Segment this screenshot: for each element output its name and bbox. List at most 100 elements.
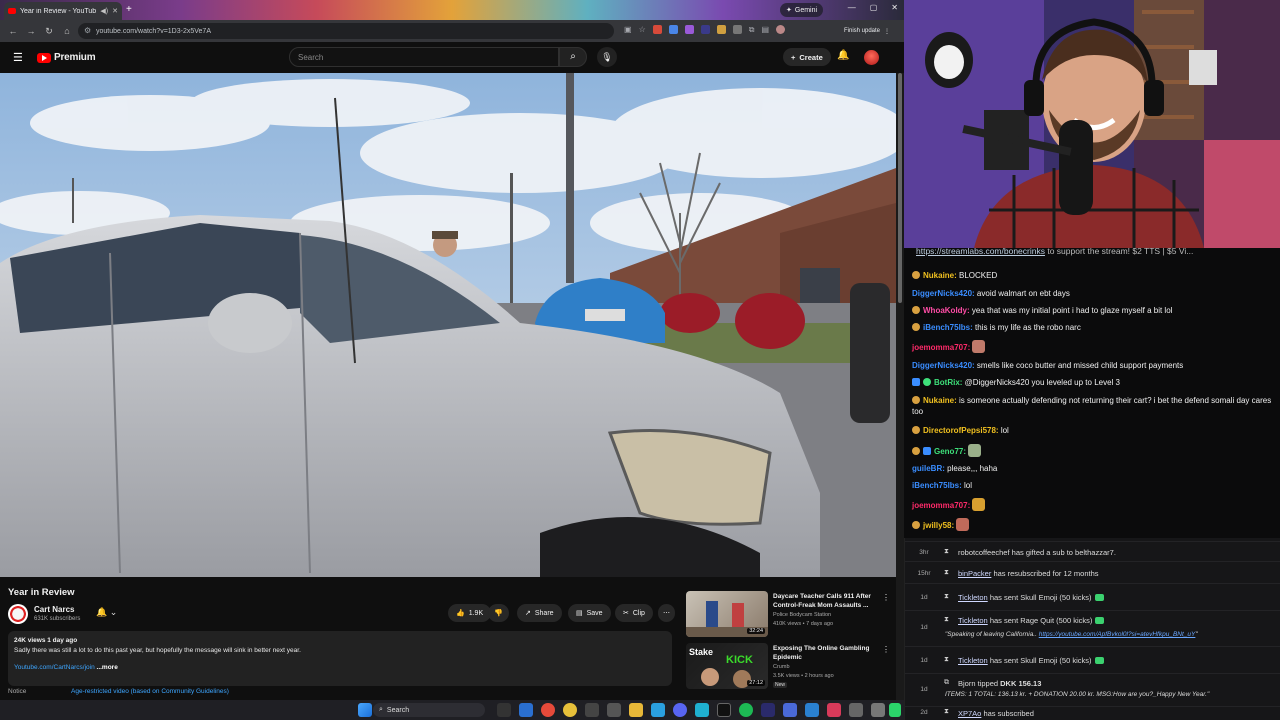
chrome-icon[interactable] xyxy=(541,703,555,717)
chrome-canary-icon[interactable] xyxy=(563,703,577,717)
event-user[interactable]: Tickleton xyxy=(958,593,988,602)
microphone-icon[interactable]: 🎙 xyxy=(597,47,617,67)
extension-icon[interactable] xyxy=(652,25,662,34)
extension-icon[interactable] xyxy=(668,25,678,34)
task-view-icon[interactable] xyxy=(497,703,511,717)
event-row[interactable]: 1d ⧗ Tickleton has sent Skull Emoji (50 … xyxy=(905,646,1280,673)
app-icon[interactable] xyxy=(849,703,863,717)
chat-username[interactable]: iBench75lbs: xyxy=(923,323,973,332)
event-row[interactable]: 15hr ⧗ binPacker has resubscribed for 12… xyxy=(905,561,1280,583)
extension-icon[interactable] xyxy=(700,25,710,34)
event-target[interactable]: belthazzar7. xyxy=(1075,548,1116,557)
event-row[interactable]: 1d ⧗ Tickleton has sent Rage Quit (500 k… xyxy=(905,610,1280,646)
video-thumbnail[interactable]: Stake KICK 27:12 xyxy=(686,643,768,689)
install-icon[interactable]: ▣ xyxy=(624,25,632,35)
app-icon[interactable] xyxy=(871,703,885,717)
channel-avatar[interactable] xyxy=(8,604,28,624)
search-icon[interactable]: ⌕ xyxy=(559,47,587,67)
new-tab-button[interactable]: + xyxy=(126,4,132,15)
close-tab-icon[interactable]: ✕ xyxy=(112,7,118,15)
event-user[interactable]: XP7Ao xyxy=(958,709,981,718)
puzzle-icon[interactable]: ⧉ xyxy=(749,25,755,35)
event-user[interactable]: Bjorn xyxy=(958,679,976,688)
extension-icon[interactable] xyxy=(684,25,694,34)
app-icon[interactable] xyxy=(607,703,621,717)
channel-name[interactable]: Cart Narcs xyxy=(34,605,74,614)
extension-icon[interactable] xyxy=(732,25,742,34)
extension-icon[interactable] xyxy=(716,25,726,34)
forward-icon[interactable]: → xyxy=(26,26,36,36)
taskbar-search[interactable]: ⌕ Search xyxy=(373,703,485,717)
chat-username[interactable]: DiggerNicks420: xyxy=(912,361,975,370)
app-icon[interactable] xyxy=(889,703,901,717)
chat-username[interactable]: iBench75lbs: xyxy=(912,481,962,490)
sidebar-icon[interactable]: ▤ xyxy=(761,25,769,35)
app-icon[interactable] xyxy=(761,703,775,717)
age-restriction-link[interactable]: Age-restricted video (based on Community… xyxy=(71,688,229,695)
event-row[interactable]: 2d ⧗ XP7Ao has subscribed xyxy=(905,706,1280,720)
chat-username[interactable]: Nukaine: xyxy=(923,271,957,280)
kebab-menu-icon[interactable]: ⋮ xyxy=(882,593,890,602)
join-link[interactable]: Youtube.com/CartNarcs/join xyxy=(14,664,95,671)
browser-tab[interactable]: Year in Review - YouTube ◀) ✕ xyxy=(4,2,122,20)
kebab-menu-icon[interactable]: ⋮ xyxy=(884,28,890,35)
windows-start-icon[interactable] xyxy=(358,703,372,717)
app-icon[interactable] xyxy=(695,703,709,717)
event-user[interactable]: binPacker xyxy=(958,569,991,578)
close-window-icon[interactable]: ✕ xyxy=(891,3,898,12)
event-row[interactable]: 1d ⧗ Tickleton has sent Skull Emoji (50 … xyxy=(905,583,1280,610)
recommendation-title[interactable]: Exposing The Online Gambling Epidemic xyxy=(773,644,881,662)
file-explorer-icon[interactable] xyxy=(629,703,643,717)
finish-update-button[interactable]: Finish update ⋮ xyxy=(844,25,890,37)
recommendation-item[interactable]: Stake KICK 27:12 Exposing The Online Gamb… xyxy=(686,643,896,691)
telegram-icon[interactable] xyxy=(651,703,665,717)
maximize-icon[interactable]: ▢ xyxy=(870,3,878,12)
video-player[interactable] xyxy=(0,73,896,577)
event-row[interactable]: 1d ⧉ Bjorn tipped DKK 156.13 ITEMS: 1 TO… xyxy=(905,673,1280,706)
notifications-icon[interactable]: 🔔 xyxy=(837,50,849,61)
chat-username[interactable]: Geno77: xyxy=(934,447,966,456)
account-avatar[interactable] xyxy=(864,50,879,65)
description-box[interactable]: 24K views 1 day ago Sadly there was stil… xyxy=(8,631,672,686)
app-icon[interactable] xyxy=(585,703,599,717)
reload-icon[interactable]: ↻ xyxy=(44,26,54,37)
event-row[interactable]: 3hr ⧗ robotcoffeechef has gifted a sub t… xyxy=(905,541,1280,561)
kebab-menu-icon[interactable]: ⋮ xyxy=(882,645,890,654)
clip-button[interactable]: ✂ Clip xyxy=(615,604,653,622)
site-info-icon[interactable]: ⚙ xyxy=(84,26,91,35)
youtube-logo[interactable]: Premium xyxy=(37,52,96,63)
share-button[interactable]: ↗ Share xyxy=(517,604,562,622)
video-thumbnail[interactable]: 32:24 xyxy=(686,591,768,637)
app-icon[interactable] xyxy=(827,703,841,717)
event-message-link[interactable]: https://youtube.com/ApfBvkol0l?si=atevHf… xyxy=(1039,631,1196,638)
address-bar[interactable]: ⚙ youtube.com/watch?v=1D3-2x5Ve7A xyxy=(78,23,614,39)
like-button[interactable]: 👍 1.9K xyxy=(448,604,492,622)
app-icon[interactable] xyxy=(805,703,819,717)
discord-icon[interactable] xyxy=(673,703,687,717)
search-input[interactable]: Search xyxy=(289,47,559,67)
spotify-icon[interactable] xyxy=(739,703,753,717)
create-button[interactable]: + Create xyxy=(783,48,831,66)
chat-username[interactable]: Nukaine: xyxy=(923,396,957,405)
edge-icon[interactable] xyxy=(519,703,533,717)
scrollbar-thumb[interactable] xyxy=(898,73,902,303)
recommendation-channel[interactable]: Crumb xyxy=(773,664,790,670)
app-icon[interactable] xyxy=(783,703,797,717)
chat-username[interactable]: joemomma707: xyxy=(912,343,970,352)
gemini-button[interactable]: ✦ Gemini xyxy=(780,3,824,17)
event-user[interactable]: Tickleton xyxy=(958,616,988,625)
more-actions-button[interactable]: ⋯ xyxy=(658,604,675,622)
chat-username[interactable]: guileBR: xyxy=(912,464,945,473)
menu-icon[interactable]: ☰ xyxy=(13,51,23,64)
chat-username[interactable]: BotRix: xyxy=(934,378,962,387)
speaker-icon[interactable]: ◀) xyxy=(100,7,108,15)
profile-avatar[interactable] xyxy=(776,25,786,34)
obs-icon[interactable] xyxy=(717,703,731,717)
chat-username[interactable]: jwilly58: xyxy=(923,521,954,530)
recommendation-item[interactable]: 32:24 Daycare Teacher Calls 911 After Co… xyxy=(686,591,896,637)
chat-username[interactable]: DiggerNicks420: xyxy=(912,289,975,298)
minimize-icon[interactable]: — xyxy=(848,3,856,12)
bookmark-star-icon[interactable]: ☆ xyxy=(639,25,646,35)
dislike-button[interactable]: 👎 xyxy=(488,604,509,622)
chat-username[interactable]: WhoaKoldy: xyxy=(923,306,970,315)
